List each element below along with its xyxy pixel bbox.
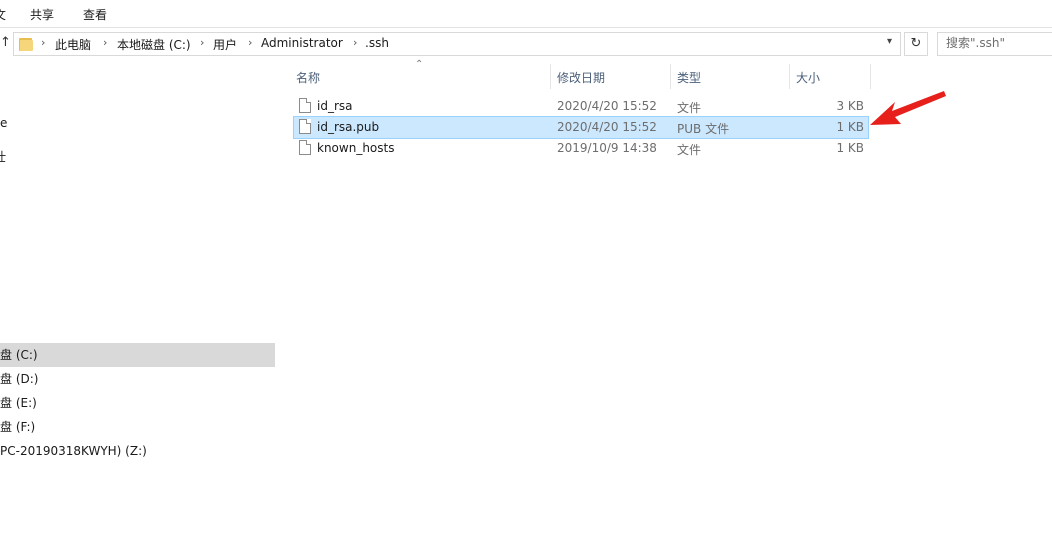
ribbon-tab-share[interactable]: 共享 xyxy=(30,6,54,23)
file-icon xyxy=(299,98,311,113)
nav-drive-c[interactable]: 盘 (C:) xyxy=(0,343,275,367)
file-name: id_rsa xyxy=(317,99,353,113)
breadcrumb-this-pc[interactable]: 此电脑 xyxy=(55,36,91,53)
file-date: 2019/10/9 14:38 xyxy=(557,141,657,155)
red-pointer-arrow-icon xyxy=(870,91,946,125)
file-date: 2020/4/20 15:52 xyxy=(557,99,657,113)
file-size: 1 KB xyxy=(836,120,864,134)
file-type: PUB 文件 xyxy=(677,122,730,136)
chevron-right-icon[interactable]: › xyxy=(200,36,204,49)
file-icon xyxy=(299,119,311,134)
address-row: ↑ › 此电脑 › 本地磁盘 (C:) › 用户 › Administrator… xyxy=(0,28,1052,59)
nav-drive-e[interactable]: 盘 (E:) xyxy=(0,391,37,415)
chevron-down-icon[interactable]: ▾ xyxy=(887,36,892,47)
file-type: 文件 xyxy=(677,101,702,115)
breadcrumb-local-disk[interactable]: 本地磁盘 (C:) xyxy=(117,36,191,53)
file-list-pane: ⌃ 名称 修改日期 类型 大小 id_rsa 2020/4/20 15:52 文… xyxy=(283,59,1052,547)
file-row-known-hosts[interactable]: known_hosts 2019/10/9 14:38 文件 1 KB xyxy=(293,137,869,160)
file-name: id_rsa.pub xyxy=(317,120,380,134)
file-date: 2020/4/20 15:52 xyxy=(557,120,657,134)
search-box[interactable] xyxy=(937,32,1052,56)
file-icon xyxy=(299,140,311,155)
column-header-date[interactable]: 修改日期 xyxy=(557,69,605,86)
breadcrumb-ssh[interactable]: .ssh xyxy=(365,36,389,50)
nav-drive-label: 盘 (D:) xyxy=(0,372,39,386)
nav-drive-label: PC-20190318KWYH) (Z:) xyxy=(0,444,147,458)
nav-drive-f[interactable]: 盘 (F:) xyxy=(0,415,35,439)
refresh-icon: ↻ xyxy=(910,36,922,51)
file-size: 3 KB xyxy=(836,99,864,113)
chevron-right-icon[interactable]: › xyxy=(353,36,357,49)
file-row-id-rsa[interactable]: id_rsa 2020/4/20 15:52 文件 3 KB xyxy=(293,95,869,118)
nav-item-fragment[interactable]: 壮 xyxy=(0,148,6,165)
file-size: 1 KB xyxy=(836,141,864,155)
file-type: 文件 xyxy=(677,143,702,157)
column-header-size[interactable]: 大小 xyxy=(796,69,820,86)
search-input[interactable] xyxy=(946,36,1051,50)
file-name: known_hosts xyxy=(317,141,395,155)
column-header-row: ⌃ 名称 修改日期 类型 大小 xyxy=(283,59,883,92)
breadcrumb-users[interactable]: 用户 xyxy=(213,36,237,53)
address-bar[interactable]: › 此电脑 › 本地磁盘 (C:) › 用户 › Administrator ›… xyxy=(13,32,901,56)
column-divider[interactable] xyxy=(789,64,790,89)
ribbon-tab-view[interactable]: 查看 xyxy=(83,6,107,23)
column-divider[interactable] xyxy=(870,64,871,89)
navigation-pane: e 壮 盘 (C:) 盘 (D:) 盘 (E:) 盘 (F:) PC-20190… xyxy=(0,60,276,547)
ribbon-tab-file[interactable]: 文 xyxy=(0,6,6,23)
column-header-type[interactable]: 类型 xyxy=(677,69,701,86)
up-arrow-icon[interactable]: ↑ xyxy=(0,35,11,50)
nav-drive-label: 盘 (F:) xyxy=(0,420,36,434)
breadcrumb-administrator[interactable]: Administrator xyxy=(261,36,343,50)
nav-item-fragment[interactable]: e xyxy=(0,116,7,130)
column-divider[interactable] xyxy=(670,64,671,89)
refresh-button[interactable]: ↻ xyxy=(904,32,928,56)
nav-drive-label: 盘 (E:) xyxy=(0,396,37,410)
nav-drive-d[interactable]: 盘 (D:) xyxy=(0,367,38,391)
file-row-id-rsa-pub[interactable]: id_rsa.pub 2020/4/20 15:52 PUB 文件 1 KB xyxy=(293,116,869,139)
chevron-right-icon[interactable]: › xyxy=(41,36,45,49)
chevron-right-icon[interactable]: › xyxy=(103,36,107,49)
column-header-name[interactable]: 名称 xyxy=(296,69,320,86)
chevron-right-icon[interactable]: › xyxy=(248,36,252,49)
sort-ascending-icon: ⌃ xyxy=(415,59,424,70)
column-divider[interactable] xyxy=(550,64,551,89)
nav-drive-label: 盘 (C:) xyxy=(0,348,38,362)
folder-icon xyxy=(19,36,33,51)
nav-drive-z[interactable]: PC-20190318KWYH) (Z:) xyxy=(0,439,147,463)
ribbon-tabs: 文 共享 查看 xyxy=(0,0,1052,28)
